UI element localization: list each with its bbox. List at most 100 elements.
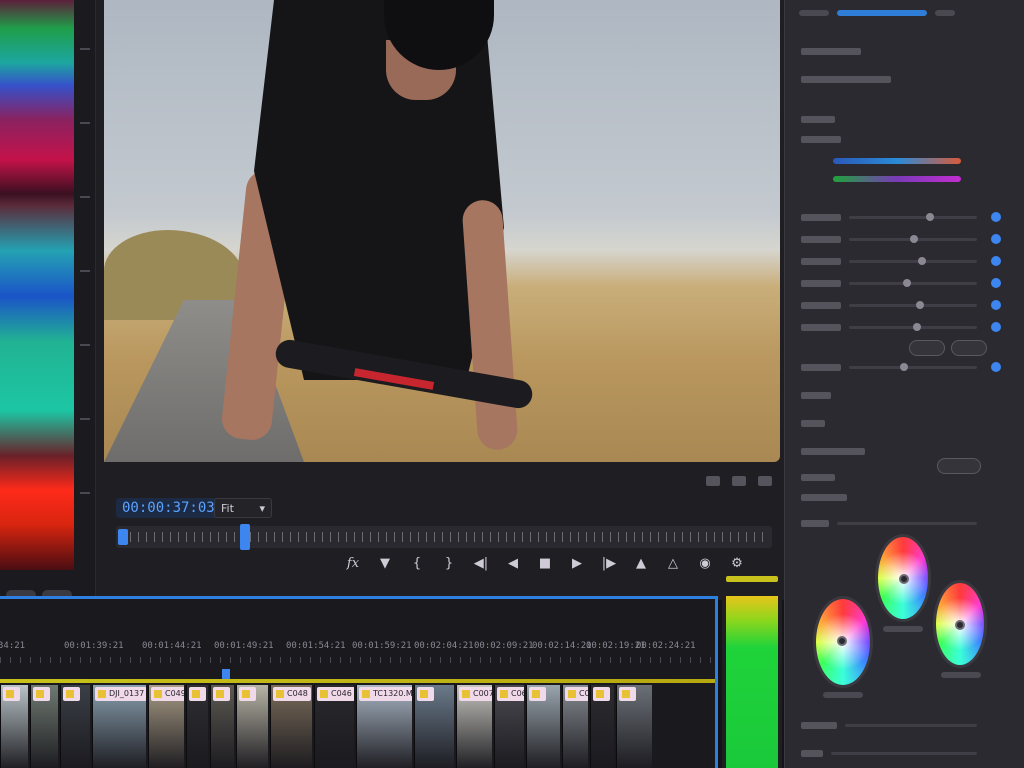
timeline-clip[interactable]	[0, 685, 28, 768]
camera-icon[interactable]: ◉	[696, 554, 714, 572]
panel-row[interactable]	[801, 472, 977, 482]
timeline-clip[interactable]: DJI_0137	[92, 685, 146, 768]
panel-tab[interactable]	[799, 10, 829, 16]
panel-row[interactable]	[801, 492, 977, 502]
timeline-clip[interactable]: C062	[494, 685, 524, 768]
whites-slider-row[interactable]	[801, 299, 1001, 310]
go-to-out-icon[interactable]: |▶	[600, 554, 618, 572]
extract-icon[interactable]: △	[664, 554, 682, 572]
panel-section-header[interactable]	[801, 114, 977, 124]
contrast-slider-row[interactable]	[801, 233, 1001, 244]
export-frame-icon[interactable]	[706, 476, 720, 486]
panel-section-header[interactable]	[801, 74, 977, 84]
scope-tick	[80, 344, 90, 346]
fx-icon[interactable]: fx	[344, 554, 362, 572]
timeline-clip[interactable]: TC1320.MP4	[356, 685, 412, 768]
clip-label	[239, 687, 256, 701]
clip-label	[189, 687, 206, 701]
panel-section-header[interactable]	[801, 46, 977, 56]
scope-tick	[80, 270, 90, 272]
clip-label	[619, 687, 636, 701]
work-area-bar[interactable]	[0, 679, 715, 683]
chevron-down-icon: ▾	[259, 501, 265, 515]
timeline-ruler[interactable]: 34:21 00:01:39:21 00:01:44:21 00:01:49:2…	[0, 613, 715, 679]
timeline-clip[interactable]	[414, 685, 454, 768]
clip-label: C049	[151, 687, 184, 701]
monitor-scrubber[interactable]	[116, 524, 772, 550]
panel-row[interactable]	[801, 390, 977, 400]
playhead-timecode[interactable]: 00:00:37:03	[116, 498, 221, 518]
highlights-slider-row[interactable]	[801, 255, 1001, 266]
mark-out-icon[interactable]: }	[440, 554, 458, 572]
timeline-clip[interactable]: C007	[456, 685, 492, 768]
saturation-slider-row[interactable]	[801, 361, 1001, 372]
play-icon[interactable]: ▶	[568, 554, 586, 572]
timeline-clip[interactable]	[526, 685, 560, 768]
panel-row[interactable]	[801, 418, 977, 428]
ruler-label: 00:02:09:21	[474, 641, 534, 651]
auto-button[interactable]	[951, 340, 987, 356]
resolution-icon[interactable]	[758, 476, 772, 486]
timeline-clip[interactable]	[236, 685, 268, 768]
panel-tab[interactable]	[935, 10, 955, 16]
clip-label: C048	[273, 687, 311, 701]
scope-tick	[80, 196, 90, 198]
scope-tick	[80, 48, 90, 50]
panel-row[interactable]	[801, 748, 977, 758]
wrench-icon[interactable]	[732, 476, 746, 486]
panel-row[interactable]	[801, 720, 977, 730]
ruler-label: 34:21	[0, 641, 26, 651]
wheel-caption	[941, 672, 981, 678]
mark-in-icon[interactable]: {	[408, 554, 426, 572]
blacks-slider-row[interactable]	[801, 321, 1001, 332]
clip-label: C022	[565, 687, 588, 701]
scope-tick	[80, 122, 90, 124]
waveform-scope-panel	[0, 0, 96, 610]
exposure-slider-row[interactable]	[801, 211, 1001, 222]
clip-label: DJI_0137	[95, 687, 146, 701]
go-to-in-icon[interactable]: ◀|	[472, 554, 490, 572]
clip-label	[593, 687, 610, 701]
panel-tab-strip	[799, 10, 1009, 20]
scrubber-ticks	[130, 532, 766, 542]
step-back-icon[interactable]: ◀	[504, 554, 522, 572]
wheel-caption	[883, 626, 923, 632]
clip-label	[63, 687, 80, 701]
shadows-slider-row[interactable]	[801, 277, 1001, 288]
lift-icon[interactable]: ▲	[632, 554, 650, 572]
monitor-controls: 00:00:37:03 Fit ▾ fx ▼ { } ◀| ◀ ■ ▶ |▶ ▲…	[104, 472, 780, 600]
timeline-clip[interactable]: C046	[314, 685, 354, 768]
timeline-clip[interactable]: C022	[562, 685, 588, 768]
wheel-center-handle[interactable]	[837, 636, 847, 646]
panel-tab-active[interactable]	[837, 10, 927, 16]
timeline-clip[interactable]	[60, 685, 90, 768]
timeline-clip[interactable]	[616, 685, 652, 768]
panel-row[interactable]	[801, 518, 977, 528]
clip-label	[529, 687, 546, 701]
clip-label	[3, 687, 20, 701]
ruler-label: 00:01:44:21	[142, 641, 202, 651]
timeline-playhead[interactable]	[222, 669, 230, 679]
tint-slider[interactable]	[833, 176, 961, 182]
timeline-clip[interactable]: C048	[270, 685, 312, 768]
timeline-clip[interactable]	[210, 685, 234, 768]
panel-row[interactable]	[801, 446, 977, 456]
zoom-level-select[interactable]: Fit ▾	[214, 498, 272, 518]
panel-row[interactable]	[801, 134, 977, 144]
marker-icon[interactable]: ▼	[376, 554, 394, 572]
timeline-panel: 34:21 00:01:39:21 00:01:44:21 00:01:49:2…	[0, 596, 718, 768]
program-monitor-viewer[interactable]	[104, 0, 780, 462]
wheel-center-handle[interactable]	[899, 574, 909, 584]
in-point-handle[interactable]	[118, 529, 128, 545]
timeline-clip[interactable]	[186, 685, 208, 768]
timeline-clip[interactable]	[30, 685, 58, 768]
reset-button[interactable]	[909, 340, 945, 356]
timeline-clip[interactable]	[590, 685, 614, 768]
temperature-slider[interactable]	[833, 158, 961, 164]
ruler-label: 00:02:14:21	[532, 641, 592, 651]
timeline-clip[interactable]: C049	[148, 685, 184, 768]
wheel-center-handle[interactable]	[955, 620, 965, 630]
zoom-level-value: Fit	[221, 501, 234, 515]
playhead-marker[interactable]	[240, 524, 250, 550]
stop-icon[interactable]: ■	[536, 554, 554, 572]
